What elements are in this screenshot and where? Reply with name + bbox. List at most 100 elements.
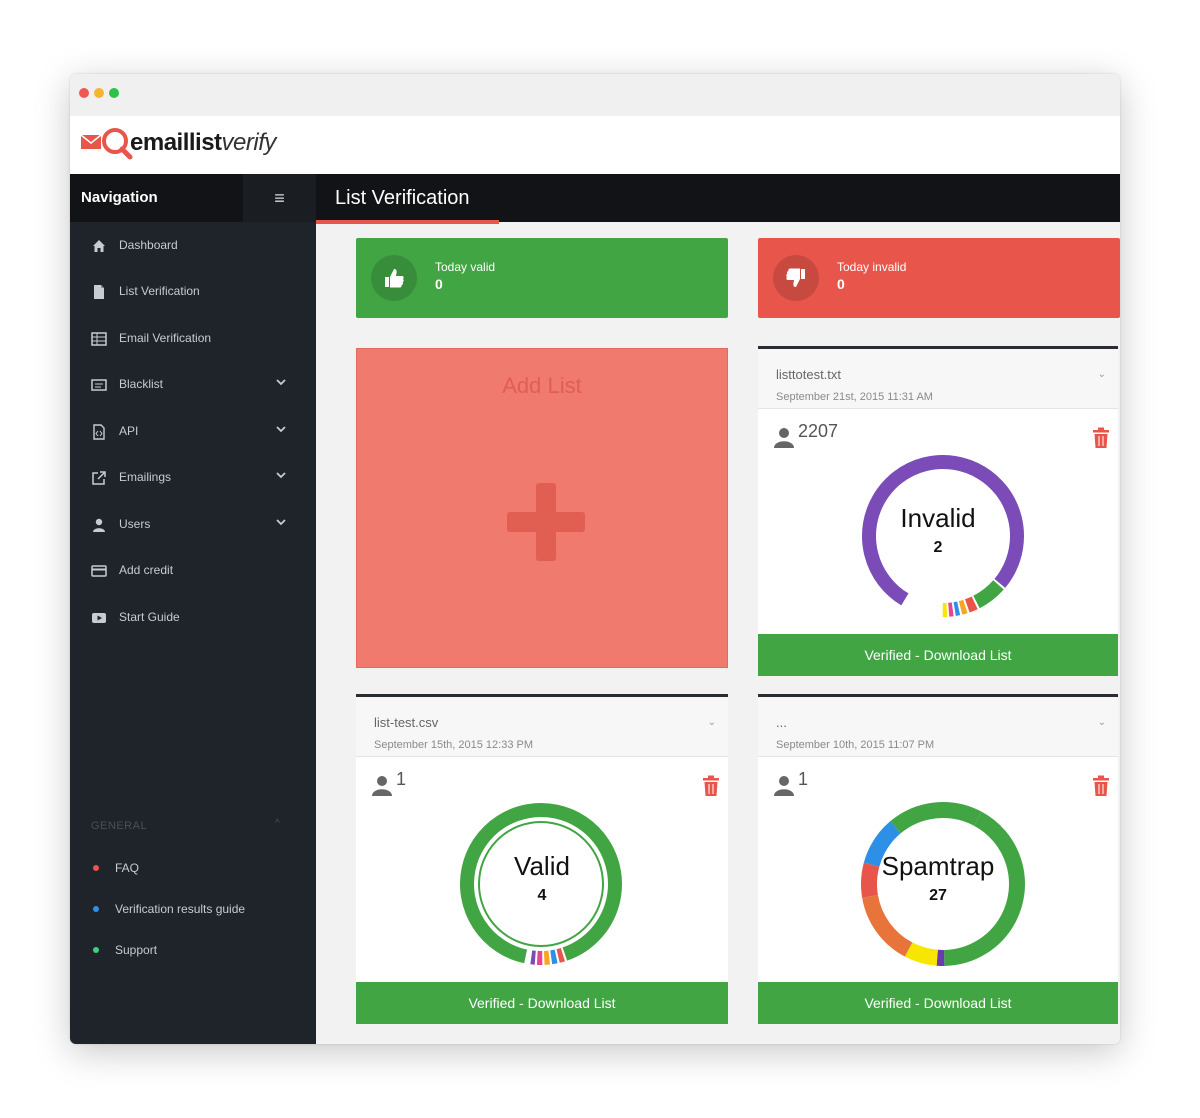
sidebar-item-users[interactable]: Users [70, 505, 316, 545]
sidebar-item-add-credit[interactable]: Add credit [70, 551, 316, 591]
chevron-down-icon[interactable]: ⌄ [708, 717, 716, 728]
download-list-button[interactable]: Verified - Download List [758, 634, 1118, 676]
sidebar-item-label: API [119, 424, 139, 438]
sidebar-item-list-verification[interactable]: List Verification [70, 272, 316, 312]
window-titlebar [70, 74, 1120, 116]
brand-logo[interactable]: emaillistverify [80, 126, 276, 160]
sidebar-item-label: Start Guide [119, 610, 180, 624]
chevron-down-icon[interactable] [274, 515, 288, 529]
sidebar-item-api[interactable]: API [70, 412, 316, 452]
credit-card-icon [91, 563, 107, 579]
result-status: Invalid [900, 503, 976, 533]
sidebar-item-emailings[interactable]: Emailings [70, 458, 316, 498]
list-filename: listtotest.txt [776, 367, 842, 382]
page-header: List Verification [316, 174, 1120, 224]
result-donut-chart [861, 455, 1024, 617]
file-icon [91, 284, 107, 300]
email-count: 1 [396, 769, 407, 789]
card-header[interactable]: ... September 10th, 2015 11:07 PM ⌄ [758, 697, 1118, 757]
chevron-down-icon[interactable] [274, 422, 288, 436]
logo-bar: emaillistverify [70, 116, 1120, 174]
user-icon [91, 517, 107, 533]
sidebar-item-label: Emailings [119, 470, 172, 484]
trash-icon[interactable] [1092, 775, 1110, 797]
external-link-icon [91, 470, 107, 486]
list-card: ... September 10th, 2015 11:07 PM ⌄ 1 Sp… [758, 694, 1118, 1024]
download-list-button[interactable]: Verified - Download List [758, 982, 1118, 1024]
chevron-down-icon[interactable]: ⌄ [1098, 717, 1106, 728]
trash-icon[interactable] [1092, 427, 1110, 449]
user-icon [772, 425, 796, 449]
chevron-down-icon[interactable] [274, 468, 288, 482]
list-filename: ... [776, 715, 787, 730]
code-file-icon [91, 424, 107, 440]
active-tab-indicator [316, 220, 499, 224]
trash-icon[interactable] [702, 775, 720, 797]
sidebar-item-label: List Verification [119, 284, 200, 298]
result-status: Spamtrap [881, 851, 995, 881]
result-count: 27 [929, 887, 947, 904]
list-card: list-test.csv September 15th, 2015 12:33… [356, 694, 728, 1024]
user-icon [772, 773, 796, 797]
sidebar-item-support[interactable]: Support [70, 940, 316, 966]
stat-label: Today valid [435, 260, 496, 274]
card-header[interactable]: listtotest.txt September 21st, 2015 11:3… [758, 349, 1118, 409]
sidebar-item-label: Support [115, 943, 158, 957]
hamburger-icon[interactable]: ≡ [243, 174, 316, 222]
user-icon [370, 773, 394, 797]
sidebar-item-label: Email Verification [119, 331, 212, 345]
home-icon [91, 238, 107, 254]
result-donut-chart [861, 802, 1025, 966]
sidebar-item-blacklist[interactable]: Blacklist [70, 365, 316, 405]
result-count: 4 [537, 887, 547, 904]
list-box-icon [91, 377, 107, 393]
chevron-down-icon[interactable]: ⌄ [1098, 369, 1106, 380]
email-count: 2207 [798, 421, 839, 441]
thumbs-down-icon [773, 255, 819, 301]
list-date: September 15th, 2015 12:33 PM [374, 739, 533, 751]
plus-icon [507, 483, 585, 561]
minimize-window-button[interactable] [94, 88, 104, 98]
today-valid-card: Today valid 0 [356, 238, 728, 318]
sidebar-item-label: Verification results guide [115, 902, 246, 916]
sidebar-item-label: FAQ [115, 861, 140, 875]
list-card: listtotest.txt September 21st, 2015 11:3… [758, 346, 1118, 676]
list-date: September 21st, 2015 11:31 AM [776, 391, 933, 403]
sidebar-item-faq[interactable]: FAQ [70, 858, 316, 884]
brand-name-bold: emaillist [130, 129, 222, 156]
card-header[interactable]: list-test.csv September 15th, 2015 12:33… [356, 697, 728, 757]
sidebar-item-label: Add credit [119, 563, 174, 577]
navigation-header: Navigation ≡ [70, 174, 316, 222]
bullet-dot [93, 865, 99, 871]
list-filename: list-test.csv [374, 715, 439, 730]
stat-label: Today invalid [837, 260, 907, 274]
table-icon [91, 331, 107, 347]
bullet-dot [93, 906, 99, 912]
today-invalid-card: Today invalid 0 [758, 238, 1120, 318]
bullet-dot [93, 947, 99, 953]
sidebar-item-email-verification[interactable]: Email Verification [70, 319, 316, 359]
sidebar-item-label: Dashboard [119, 238, 178, 252]
brand-name-italic: verify [221, 129, 277, 156]
download-list-button[interactable]: Verified - Download List [356, 982, 728, 1024]
video-icon [91, 610, 107, 626]
chevron-up-icon[interactable]: ^ [275, 818, 280, 829]
result-donut-chart [460, 803, 622, 965]
chevron-down-icon[interactable] [274, 375, 288, 389]
sidebar: Navigation ≡ Dashboard List Verification… [70, 174, 316, 1044]
stat-value: 0 [435, 276, 443, 292]
sidebar-item-dashboard[interactable]: Dashboard [70, 226, 316, 266]
general-section-heading: GENERAL [91, 820, 148, 832]
maximize-window-button[interactable] [109, 88, 119, 98]
result-status: Valid [514, 851, 570, 881]
close-window-button[interactable] [79, 88, 89, 98]
page-title: List Verification [335, 187, 470, 209]
stat-value: 0 [837, 276, 845, 292]
sidebar-item-start-guide[interactable]: Start Guide [70, 598, 316, 638]
add-list-button[interactable]: Add List [356, 348, 728, 668]
sidebar-item-verification-results-guide[interactable]: Verification results guide [70, 899, 316, 925]
sidebar-item-label: Blacklist [119, 377, 164, 391]
email-count: 1 [798, 769, 809, 789]
sidebar-item-label: Users [119, 517, 151, 531]
thumbs-up-icon [371, 255, 417, 301]
